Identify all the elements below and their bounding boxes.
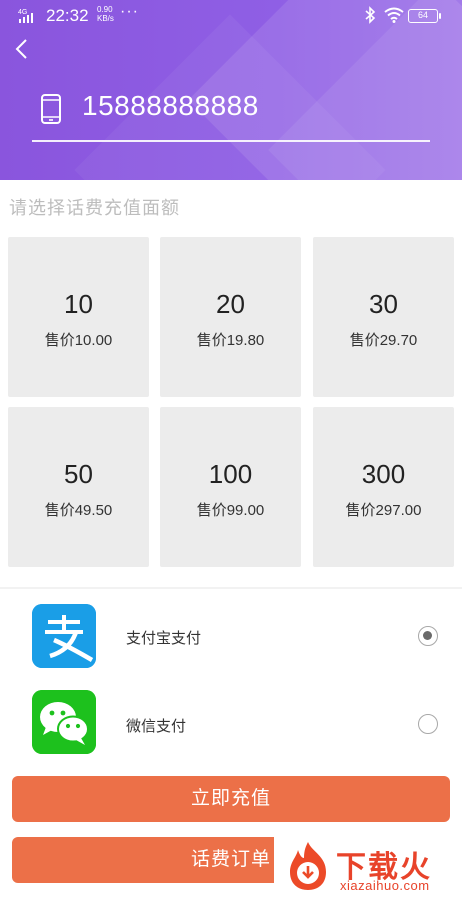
phone-number-input[interactable]: 15888888888 bbox=[82, 90, 259, 122]
watermark: 下载火 xiazaihuo.com bbox=[274, 836, 462, 898]
header: 4G 22:32 0.90 KB/s ··· 64 15888888888 bbox=[0, 0, 462, 180]
amount-option-100[interactable]: 100 售价99.00 bbox=[160, 407, 301, 567]
input-underline bbox=[32, 140, 430, 142]
section-divider bbox=[0, 587, 462, 589]
recharge-button[interactable]: 立即充值 bbox=[12, 776, 450, 822]
recharge-page: 4G 22:32 0.90 KB/s ··· 64 15888888888 请选… bbox=[0, 0, 462, 898]
alipay-radio[interactable] bbox=[418, 626, 438, 646]
amount-price: 售价99.00 bbox=[196, 502, 265, 519]
amount-price: 售价10.00 bbox=[44, 332, 113, 349]
amount-value: 100 bbox=[208, 459, 253, 489]
flame-logo-icon bbox=[282, 840, 334, 892]
bluetooth-icon bbox=[364, 6, 376, 27]
wechat-pay-label: 微信支付 bbox=[126, 718, 187, 735]
alipay-icon bbox=[32, 604, 96, 668]
signal-icon: 4G bbox=[18, 8, 38, 29]
amount-price: 售价29.70 bbox=[349, 332, 418, 349]
watermark-url: xiazaihuo.com bbox=[340, 878, 430, 893]
more-notifications-icon: ··· bbox=[120, 3, 139, 20]
wechat-pay-radio[interactable] bbox=[418, 714, 438, 734]
amount-price: 售价49.50 bbox=[44, 502, 113, 519]
svg-text:4G: 4G bbox=[18, 9, 27, 16]
wifi-icon bbox=[384, 7, 404, 28]
amount-option-20[interactable]: 20 售价19.80 bbox=[160, 237, 301, 397]
alipay-label: 支付宝支付 bbox=[126, 630, 202, 647]
battery-icon: 64 bbox=[408, 9, 441, 23]
amount-price: 售价297.00 bbox=[345, 502, 422, 519]
back-button[interactable] bbox=[10, 36, 34, 62]
status-time: 22:32 bbox=[46, 6, 89, 25]
status-bar: 4G 22:32 0.90 KB/s ··· 64 bbox=[0, 0, 462, 34]
amount-price: 售价19.80 bbox=[196, 332, 265, 349]
wechat-icon bbox=[32, 690, 96, 754]
amount-value: 20 bbox=[216, 289, 245, 319]
amount-value: 10 bbox=[64, 289, 93, 319]
payment-option-alipay[interactable]: 支付宝支付 bbox=[0, 602, 462, 672]
amount-option-30[interactable]: 30 售价29.70 bbox=[313, 237, 454, 397]
amount-value: 300 bbox=[361, 459, 406, 489]
amount-option-50[interactable]: 50 售价49.50 bbox=[8, 407, 149, 567]
amount-option-300[interactable]: 300 售价297.00 bbox=[313, 407, 454, 567]
amount-value: 50 bbox=[64, 459, 93, 489]
amount-option-10[interactable]: 10 售价10.00 bbox=[8, 237, 149, 397]
chevron-left-icon bbox=[15, 39, 27, 59]
network-speed: 0.90 KB/s bbox=[97, 5, 114, 23]
payment-option-wechat[interactable]: 微信支付 bbox=[0, 690, 462, 760]
amount-value: 30 bbox=[369, 289, 398, 319]
mobile-phone-icon bbox=[40, 93, 62, 125]
section-title: 请选择话费充值面额 bbox=[9, 198, 180, 218]
